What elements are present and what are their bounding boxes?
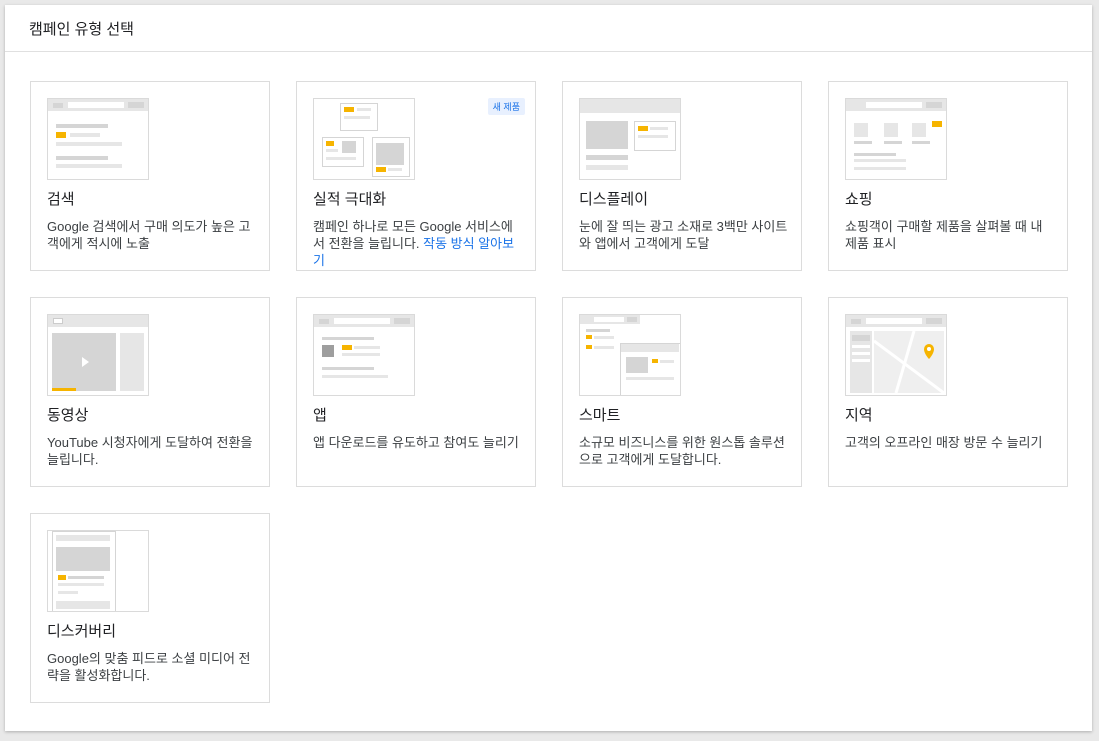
campaign-type-panel: 캠페인 유형 선택 검색 Google 검색에서 구매 의도가 높은 고객에게 …: [5, 5, 1092, 731]
card-video[interactable]: 동영상 YouTube 시청자에게 도달하여 전환을 늘립니다.: [30, 297, 270, 487]
new-product-badge: 새 제품: [487, 98, 525, 115]
card-title: 실적 극대화: [313, 191, 387, 208]
card-title: 검색: [47, 191, 75, 208]
card-description: Google의 맞춤 피드로 소셜 미디어 전략을 활성화합니다.: [47, 651, 251, 683]
local-thumbnail-icon: [845, 314, 947, 396]
card-local[interactable]: 지역 고객의 오프라인 매장 방문 수 늘리기: [828, 297, 1068, 487]
card-search[interactable]: 검색 Google 검색에서 구매 의도가 높은 고객에게 적시에 노출: [30, 81, 270, 271]
card-discovery[interactable]: 디스커버리 Google의 맞춤 피드로 소셜 미디어 전략을 활성화합니다.: [30, 513, 270, 703]
card-title: 디스커버리: [47, 623, 117, 640]
card-description: YouTube 시청자에게 도달하여 전환을 늘립니다.: [47, 435, 253, 467]
card-description: 캠페인 하나로 모든 Google 서비스에서 전환을 늘립니다. 작동 방식 …: [313, 219, 515, 268]
card-title: 쇼핑: [845, 191, 873, 208]
card-description: Google 검색에서 구매 의도가 높은 고객에게 적시에 노출: [47, 219, 251, 251]
smart-thumbnail-icon: [579, 314, 681, 396]
shopping-thumbnail-icon: [845, 98, 947, 180]
card-title: 동영상: [47, 407, 89, 424]
card-description: 소규모 비즈니스를 위한 원스톱 솔루션으로 고객에게 도달합니다.: [579, 435, 785, 467]
card-shopping[interactable]: 쇼핑 쇼핑객이 구매할 제품을 살펴볼 때 내 제품 표시: [828, 81, 1068, 271]
card-display[interactable]: 디스플레이 눈에 잘 띄는 광고 소재로 3백만 사이트와 앱에서 고객에게 도…: [562, 81, 802, 271]
video-thumbnail-icon: [47, 314, 149, 396]
card-title: 앱: [313, 407, 327, 424]
card-title: 스마트: [579, 407, 621, 424]
card-title: 지역: [845, 407, 873, 424]
card-description: 눈에 잘 띄는 광고 소재로 3백만 사이트와 앱에서 고객에게 도달: [579, 219, 788, 251]
card-description: 쇼핑객이 구매할 제품을 살펴볼 때 내 제품 표시: [845, 219, 1043, 251]
card-performance-max[interactable]: 새 제품 실적 극대화 캠페인 하나로 모든 Google 서비스에서 전환을 …: [296, 81, 536, 271]
display-thumbnail-icon: [579, 98, 681, 180]
card-title: 디스플레이: [579, 191, 649, 208]
performance-max-thumbnail-icon: [313, 98, 415, 180]
app-thumbnail-icon: [313, 314, 415, 396]
discovery-thumbnail-icon: [47, 530, 149, 612]
card-app[interactable]: 앱 앱 다운로드를 유도하고 참여도 늘리기: [296, 297, 536, 487]
card-smart[interactable]: 스마트 소규모 비즈니스를 위한 원스톱 솔루션으로 고객에게 도달합니다.: [562, 297, 802, 487]
card-description: 앱 다운로드를 유도하고 참여도 늘리기: [313, 435, 519, 450]
page-title: 캠페인 유형 선택: [5, 5, 1092, 52]
card-description: 고객의 오프라인 매장 방문 수 늘리기: [845, 435, 1043, 450]
search-thumbnail-icon: [47, 98, 149, 180]
